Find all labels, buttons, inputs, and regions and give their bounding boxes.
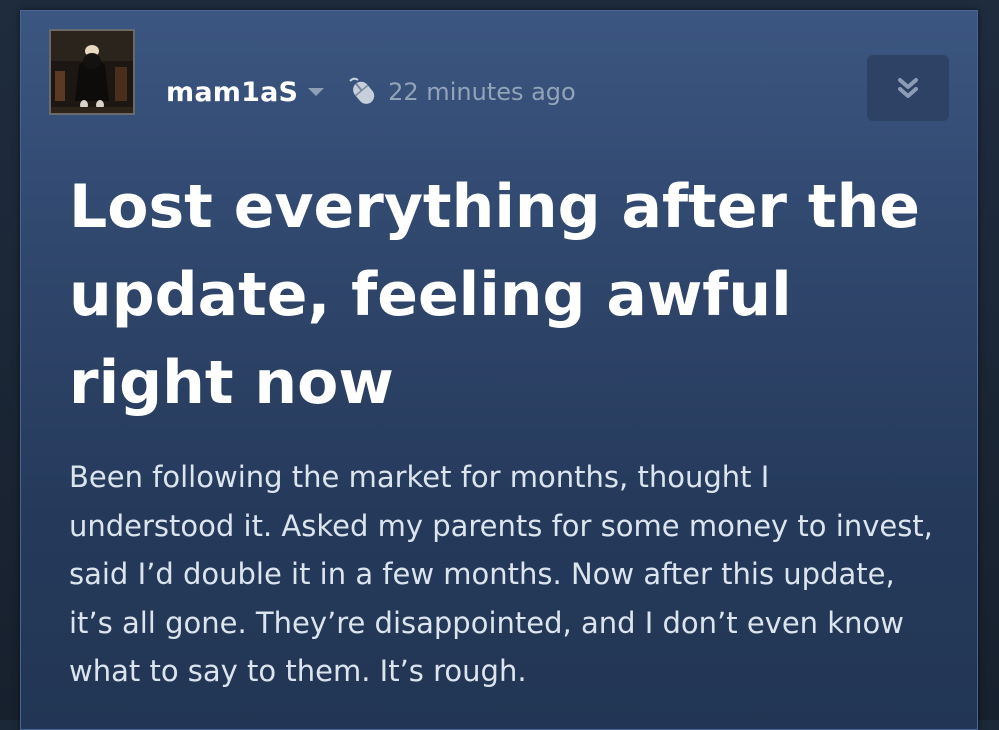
post-title: Lost everything after the update, feelin… [69, 172, 920, 418]
double-chevron-down-icon [898, 78, 918, 98]
mouse-icon [349, 77, 375, 104]
avatar-image [51, 31, 133, 113]
post-card: mam1aS 22 minutes ago Lost everything af… [20, 10, 978, 730]
post-body: Been following the market for months, th… [69, 460, 933, 688]
collapse-button[interactable] [867, 55, 949, 121]
post-meta-row: mam1aS 22 minutes ago [166, 71, 576, 113]
post-timestamp: 22 minutes ago [388, 78, 576, 106]
author-name[interactable]: mam1aS [166, 77, 298, 108]
avatar[interactable] [49, 29, 135, 115]
chevron-down-icon[interactable] [308, 88, 325, 96]
